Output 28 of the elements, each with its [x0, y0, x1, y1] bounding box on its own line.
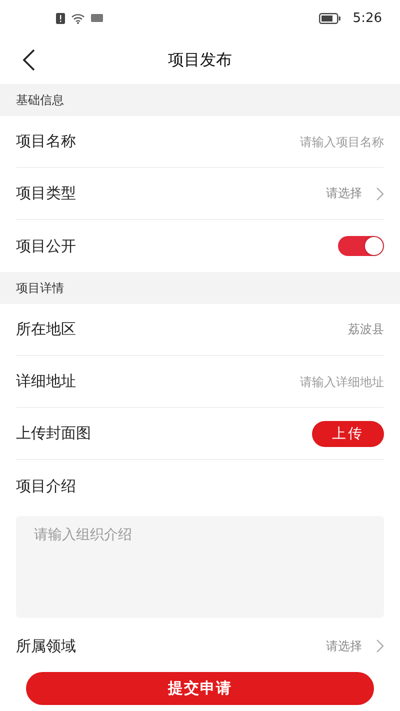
select-value[interactable]: 请选择 [326, 638, 362, 654]
back-icon[interactable] [22, 49, 36, 71]
field-label: 项目名称 [16, 132, 76, 151]
field-label: 上传封面图 [16, 424, 91, 443]
upload-button[interactable]: 上传 [312, 420, 384, 446]
submit-button[interactable]: 提交申请 [26, 672, 374, 705]
status-time: 5:26 [352, 10, 382, 26]
field-label: 项目公开 [16, 236, 76, 256]
select-value[interactable]: 请选择 [326, 185, 362, 202]
battery-icon [318, 12, 341, 24]
sim-alert-icon [56, 12, 65, 24]
toggle-switch[interactable] [338, 236, 384, 256]
field-label: 所属领域 [16, 636, 76, 656]
field-label: 项目类型 [16, 184, 76, 203]
field-label: 详细地址 [16, 372, 76, 391]
field-value[interactable]: 荔波县 [348, 321, 384, 338]
chevron-right-icon [376, 186, 384, 200]
section-title: 基础信息 [16, 92, 64, 108]
field-label: 所在地区 [16, 320, 76, 339]
hd-icon [91, 14, 103, 22]
page-title: 项目发布 [168, 50, 232, 70]
text-area[interactable]: 请输入组织介绍 [16, 516, 384, 618]
section-title: 项目详情 [16, 280, 64, 296]
chevron-right-icon [376, 639, 384, 653]
wifi-icon [71, 12, 85, 24]
input-field[interactable]: 请输入项目名称 [204, 134, 384, 148]
input-field[interactable]: 请输入详细地址 [204, 374, 384, 388]
field-label: 项目介绍 [16, 476, 76, 496]
